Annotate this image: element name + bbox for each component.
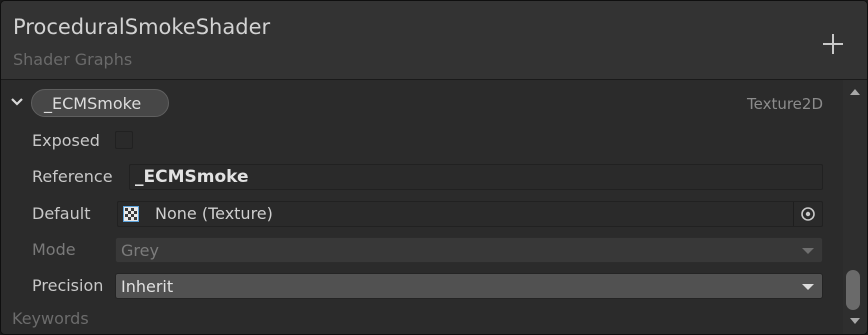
mode-value: Grey — [121, 241, 159, 260]
dropdown-arrow-icon — [802, 284, 814, 290]
graph-title: ProceduralSmokeShader — [13, 15, 271, 39]
blackboard-header: ProceduralSmokeShader Shader Graphs — [1, 1, 867, 80]
scroll-up-icon[interactable] — [850, 89, 860, 95]
blackboard-window: ProceduralSmokeShader Shader Graphs _ECM… — [0, 0, 868, 335]
scrollbar-thumb[interactable] — [846, 270, 860, 310]
property-name-pill[interactable]: _ECMSmoke — [31, 89, 169, 117]
vertical-scrollbar[interactable] — [843, 80, 867, 334]
reference-field[interactable]: _ECMSmoke — [129, 164, 823, 190]
mode-label: Mode — [32, 240, 76, 259]
chevron-down-icon[interactable] — [9, 94, 25, 110]
default-value: None (Texture) — [155, 204, 273, 223]
precision-value: Inherit — [121, 277, 174, 296]
default-texture-field[interactable]: None (Texture) — [117, 201, 823, 227]
keywords-section-label[interactable]: Keywords — [12, 309, 89, 328]
scroll-down-icon[interactable] — [850, 318, 860, 324]
exposed-checkbox[interactable] — [115, 131, 133, 149]
add-property-plus-icon[interactable] — [820, 31, 846, 57]
graph-subtitle: Shader Graphs — [13, 50, 133, 69]
texture-icon — [123, 206, 139, 222]
reference-label: Reference — [32, 167, 113, 186]
exposed-label: Exposed — [32, 131, 100, 150]
property-name: _ECMSmoke — [44, 94, 142, 113]
reference-value: _ECMSmoke — [135, 167, 249, 187]
precision-dropdown[interactable]: Inherit — [115, 273, 823, 299]
default-label: Default — [32, 204, 91, 223]
property-panel: _ECMSmoke Texture2D Exposed Reference _E… — [1, 80, 843, 334]
dropdown-arrow-icon — [802, 248, 814, 254]
precision-label: Precision — [32, 276, 104, 295]
property-type: Texture2D — [746, 95, 823, 113]
mode-dropdown[interactable]: Grey — [115, 237, 823, 263]
object-picker-button[interactable] — [793, 202, 822, 226]
target-icon — [801, 207, 815, 221]
